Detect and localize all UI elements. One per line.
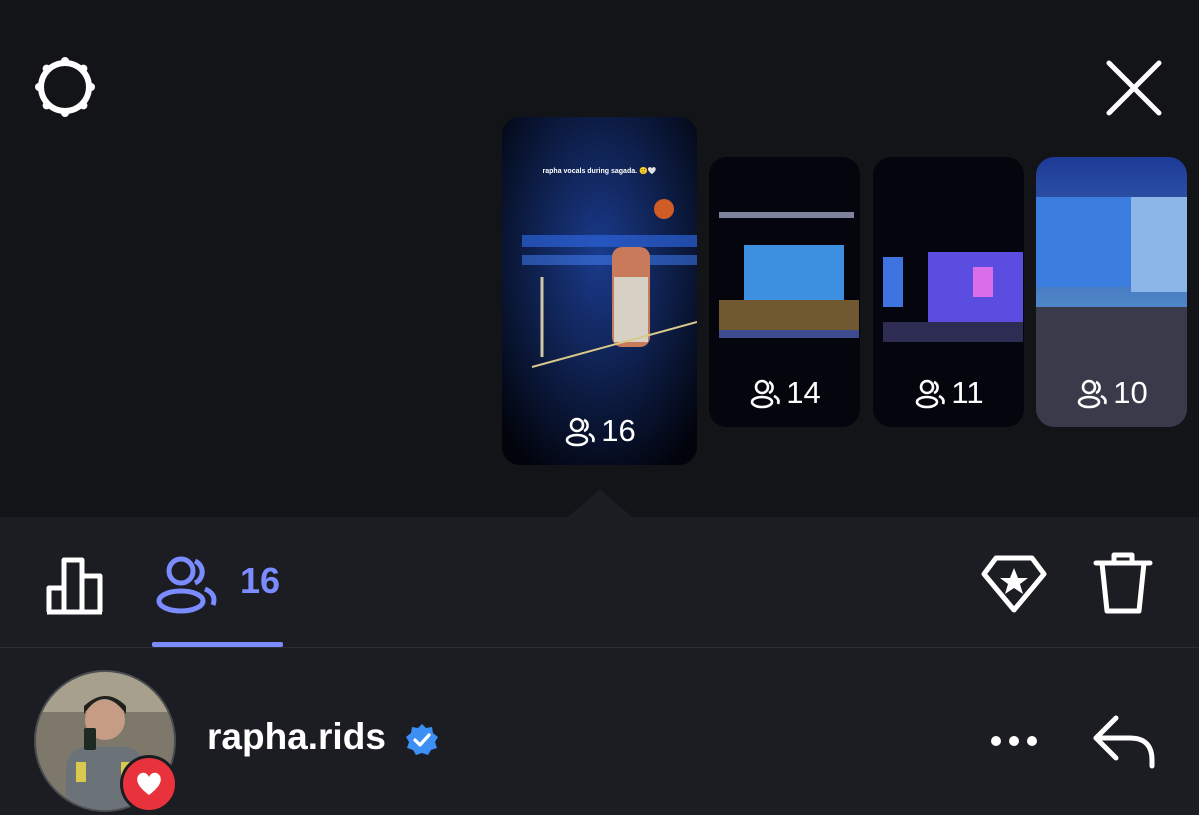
selection-pointer xyxy=(568,489,632,517)
story-thumbnail-2[interactable]: 14 xyxy=(709,157,860,427)
viewers-icon xyxy=(1077,379,1108,409)
verified-icon xyxy=(404,722,440,758)
reply-icon[interactable] xyxy=(1088,710,1158,772)
story-viewer-number: 16 xyxy=(601,413,636,448)
heart-icon xyxy=(120,755,178,813)
trash-icon[interactable] xyxy=(1090,548,1156,616)
story-viewer-number: 11 xyxy=(951,375,984,410)
viewers-icon xyxy=(750,379,781,409)
username[interactable]: rapha.rids xyxy=(207,716,386,758)
story-viewer-count: 14 xyxy=(709,375,860,411)
story-viewer-count: 10 xyxy=(1036,375,1187,411)
story-viewer-number: 14 xyxy=(786,375,821,410)
viewers-tab-count[interactable]: 16 xyxy=(240,560,280,602)
close-icon[interactable] xyxy=(1098,52,1170,124)
settings-icon[interactable] xyxy=(30,52,100,122)
more-icon[interactable] xyxy=(988,724,1040,758)
story-thumbnail-3[interactable]: 11 xyxy=(873,157,1024,427)
viewers-icon xyxy=(565,417,596,447)
viewers-tab-icon[interactable] xyxy=(150,548,222,620)
story-viewer-number: 10 xyxy=(1113,375,1148,410)
story-viewer-count: 11 xyxy=(873,375,1024,411)
highlight-icon[interactable] xyxy=(978,550,1050,616)
story-thumbnail-1[interactable]: rapha vocals during sagada. 🙂🤍 16 xyxy=(502,117,697,465)
story-thumbnail-4[interactable]: 10 xyxy=(1036,157,1187,427)
viewers-icon xyxy=(916,379,946,409)
story-viewer-count: 16 xyxy=(502,413,697,449)
stats-icon[interactable] xyxy=(40,548,112,620)
story-caption: rapha vocals during sagada. 🙂🤍 xyxy=(542,168,657,175)
